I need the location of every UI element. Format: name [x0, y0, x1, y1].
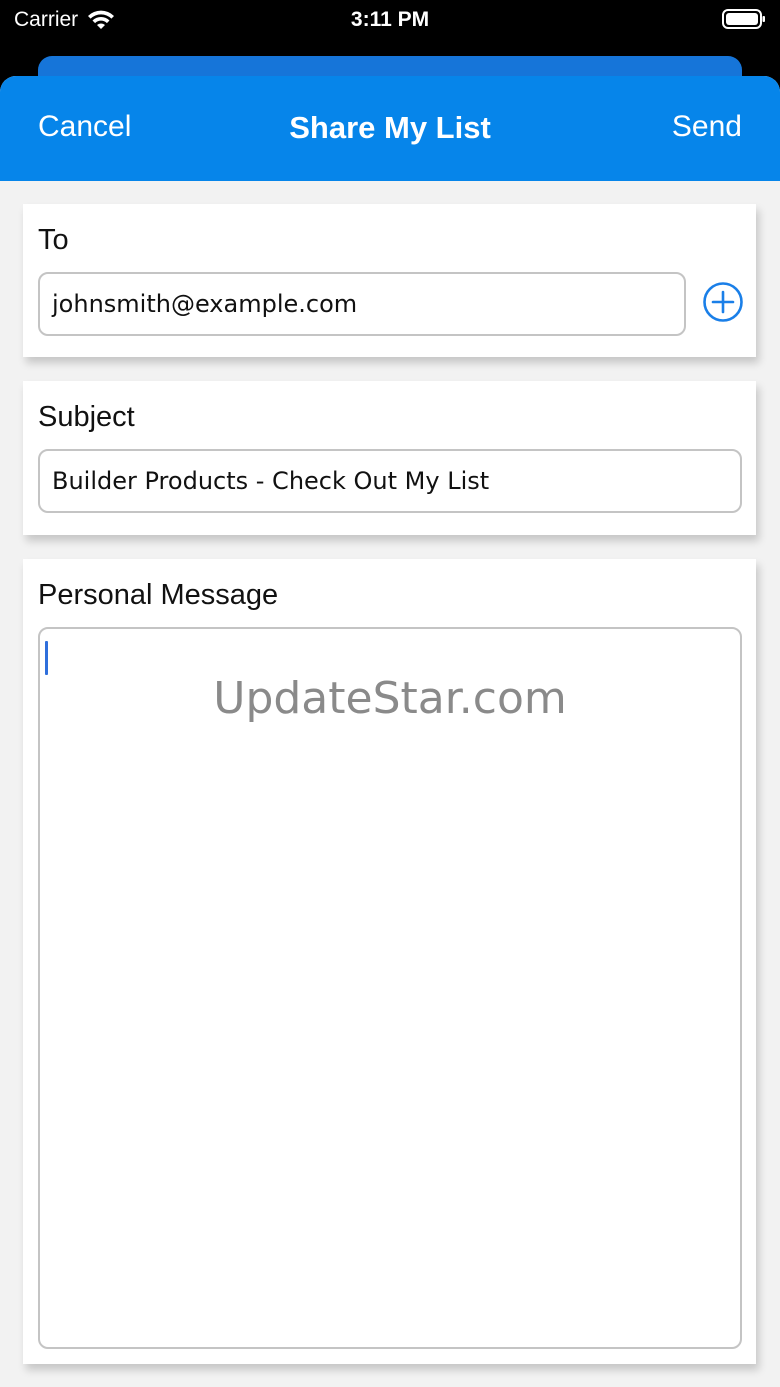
plus-circle-icon[interactable] — [702, 281, 744, 323]
battery-icon — [722, 9, 765, 29]
cancel-button[interactable]: Cancel — [38, 110, 131, 144]
status-bar: Carrier 3:11 PM — [0, 0, 780, 56]
subject-card: Subject Builder Products - Check Out My … — [23, 381, 756, 535]
watermark-text: UpdateStar.com — [213, 673, 567, 724]
to-email-field[interactable]: johnsmith@example.com — [38, 272, 686, 336]
to-label: To — [38, 224, 69, 256]
share-list-sheet: Cancel Share My List Send To johnsmith@e… — [0, 76, 780, 1387]
subject-field[interactable]: Builder Products - Check Out My List — [38, 449, 742, 513]
to-email-value: johnsmith@example.com — [52, 290, 358, 318]
message-label: Personal Message — [38, 579, 279, 611]
navigation-bar: Cancel Share My List Send — [0, 76, 780, 181]
text-cursor — [45, 641, 48, 675]
send-button[interactable]: Send — [672, 110, 742, 144]
status-time: 3:11 PM — [350, 8, 430, 31]
to-card: To johnsmith@example.com — [23, 204, 756, 357]
subject-label: Subject — [38, 401, 135, 433]
subject-value: Builder Products - Check Out My List — [52, 467, 490, 495]
message-card: Personal Message UpdateStar.com — [23, 559, 756, 1364]
personal-message-textarea[interactable]: UpdateStar.com — [38, 627, 742, 1349]
